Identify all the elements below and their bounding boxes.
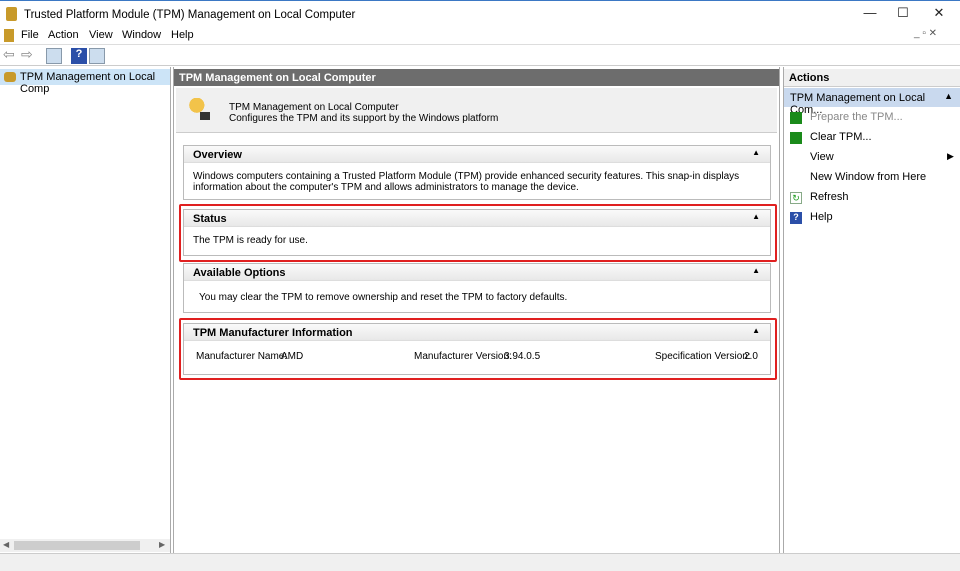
tree-item-tpm[interactable]: TPM Management on Local Comp bbox=[0, 69, 170, 95]
action-help[interactable]: Help bbox=[810, 211, 833, 223]
tpm-key-chip-icon bbox=[188, 98, 210, 122]
center-header: TPM Management on Local Computer bbox=[174, 69, 779, 86]
prepare-tpm-icon bbox=[790, 112, 802, 124]
help-icon: ? bbox=[790, 212, 802, 224]
app-icon bbox=[6, 7, 17, 21]
window-title: Trusted Platform Module (TPM) Management… bbox=[24, 9, 356, 21]
spec-version-label: Specification Version: bbox=[655, 351, 751, 362]
overview-text: Windows computers containing a Trusted P… bbox=[193, 171, 740, 193]
collapse-icon[interactable]: ▲ bbox=[944, 91, 953, 101]
menu-bar: File Action View Window Help _ ▫ ✕ bbox=[0, 28, 960, 44]
title-bar: Trusted Platform Module (TPM) Management… bbox=[0, 0, 960, 28]
manufacturer-version-label: Manufacturer Version: bbox=[414, 351, 512, 362]
status-title: Status bbox=[193, 213, 227, 225]
banner-subtitle: Configures the TPM and its support by th… bbox=[229, 113, 499, 124]
minimize-button[interactable]: — bbox=[855, 5, 885, 23]
status-text: The TPM is ready for use. bbox=[193, 235, 308, 246]
actions-pane: Actions TPM Management on Local Com... ▲ … bbox=[783, 67, 960, 553]
actions-group[interactable]: TPM Management on Local Com... ▲ bbox=[784, 88, 960, 116]
action-refresh[interactable]: Refresh bbox=[810, 191, 849, 203]
scroll-right-icon[interactable]: ▶ bbox=[159, 540, 165, 549]
close-button[interactable]: ✕ bbox=[924, 5, 954, 23]
mdi-min-icon[interactable]: _ ▫ ✕ bbox=[914, 28, 937, 39]
overview-section: Overview ▲ Windows computers containing a… bbox=[183, 145, 771, 200]
collapse-icon[interactable]: ▲ bbox=[752, 326, 760, 335]
scroll-thumb[interactable] bbox=[14, 541, 140, 550]
spec-version: 2.0 bbox=[744, 351, 758, 362]
options-text: You may clear the TPM to remove ownershi… bbox=[199, 292, 568, 303]
action-prepare-tpm[interactable]: Prepare the TPM... bbox=[810, 111, 903, 123]
action-view[interactable]: View bbox=[810, 151, 834, 163]
scroll-left-icon[interactable]: ◀ bbox=[3, 540, 9, 549]
manufacturer-title: TPM Manufacturer Information bbox=[193, 327, 353, 339]
collapse-icon[interactable]: ▲ bbox=[752, 212, 760, 221]
status-section: Status ▲ The TPM is ready for use. bbox=[183, 209, 771, 256]
menu-file[interactable]: File bbox=[21, 29, 39, 41]
help-icon[interactable]: ? bbox=[71, 48, 87, 64]
menu-window[interactable]: Window bbox=[122, 29, 161, 41]
submenu-arrow-icon: ▶ bbox=[947, 151, 954, 161]
toolbar: ⇦ ⇨ ? bbox=[0, 44, 960, 66]
forward-icon[interactable]: ⇨ bbox=[21, 46, 37, 62]
back-icon[interactable]: ⇦ bbox=[3, 46, 19, 62]
manufacturer-version: 3.94.0.5 bbox=[504, 351, 541, 362]
overview-title: Overview bbox=[193, 149, 242, 161]
manufacturer-name-label: Manufacturer Name: bbox=[196, 351, 288, 362]
status-bar bbox=[0, 553, 960, 571]
key-icon bbox=[4, 72, 16, 82]
menu-action[interactable]: Action bbox=[48, 29, 79, 41]
action-clear-tpm[interactable]: Clear TPM... bbox=[810, 131, 872, 143]
menu-help[interactable]: Help bbox=[171, 29, 194, 41]
options-title: Available Options bbox=[193, 267, 286, 279]
horizontal-scrollbar[interactable]: ◀ ▶ bbox=[0, 539, 170, 552]
show-hide-tree-icon[interactable] bbox=[46, 48, 62, 64]
collapse-icon[interactable]: ▲ bbox=[752, 266, 760, 275]
action-new-window[interactable]: New Window from Here bbox=[810, 171, 926, 183]
refresh-icon: ↻ bbox=[790, 192, 802, 204]
menu-icon bbox=[4, 29, 14, 42]
manufacturer-section: TPM Manufacturer Information ▲ Manufactur… bbox=[183, 323, 771, 375]
manufacturer-name: AMD bbox=[281, 351, 304, 362]
maximize-button[interactable]: ☐ bbox=[888, 5, 918, 23]
show-hide-action-pane-icon[interactable] bbox=[89, 48, 105, 64]
banner-title: TPM Management on Local Computer bbox=[229, 102, 399, 113]
tree-item-label: TPM Management on Local Comp bbox=[20, 71, 156, 95]
clear-tpm-icon bbox=[790, 132, 802, 144]
actions-header: Actions bbox=[784, 69, 960, 87]
collapse-icon[interactable]: ▲ bbox=[752, 148, 760, 157]
banner: TPM Management on Local Computer Configu… bbox=[176, 88, 777, 133]
tree-pane: TPM Management on Local Comp ◀ ▶ bbox=[0, 67, 171, 553]
available-options-section: Available Options ▲ You may clear the TPM… bbox=[183, 263, 771, 313]
center-pane: TPM Management on Local Computer TPM Man… bbox=[173, 67, 780, 553]
menu-view[interactable]: View bbox=[89, 29, 113, 41]
